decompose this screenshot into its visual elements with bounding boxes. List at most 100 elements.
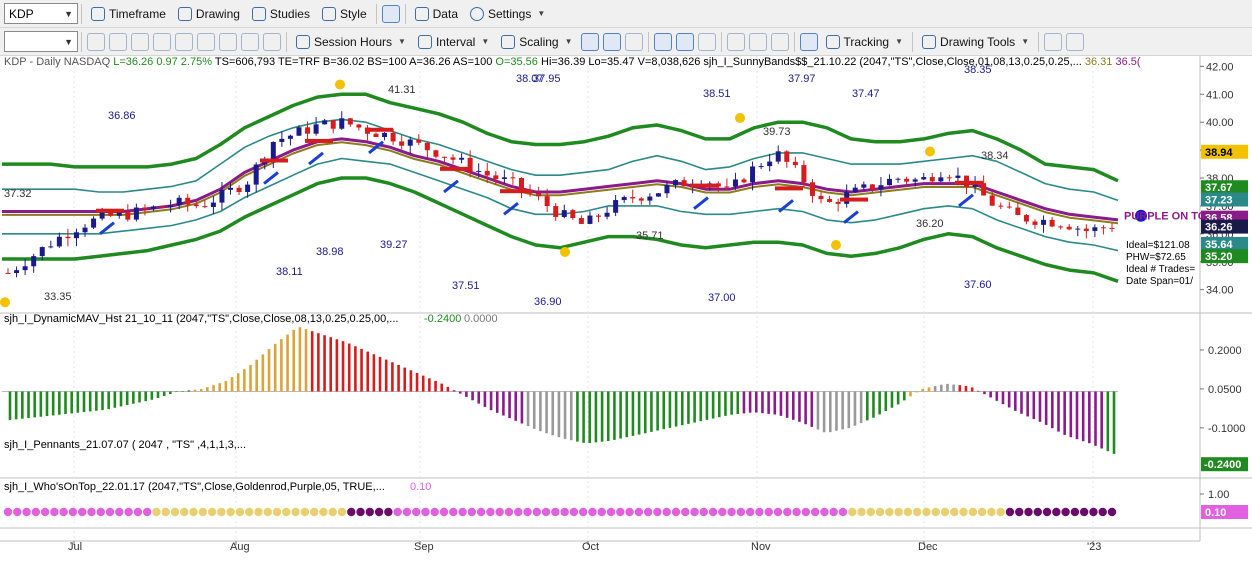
candle-up: [938, 177, 944, 182]
bars-style-icon[interactable]: [602, 32, 621, 51]
whos-on-top-value: 0.10: [410, 481, 431, 493]
x-tick-label: Nov: [751, 541, 771, 553]
price-annotation: 36.20: [916, 218, 944, 230]
whos-on-top-dot: [1061, 507, 1070, 517]
grid-icon[interactable]: [799, 32, 818, 51]
whos-on-top-dot: [254, 507, 263, 517]
pennant-top-marker: [840, 197, 868, 202]
data-button[interactable]: Data: [409, 3, 464, 25]
indicator-value-zero: 0.0000: [464, 313, 498, 325]
whos-on-top-dot: [940, 507, 950, 517]
whos-on-top-dot: [68, 507, 78, 517]
whos-on-top-dot: [671, 507, 681, 517]
trendline-icon[interactable]: [1044, 32, 1063, 51]
pennant-top-marker: [440, 166, 468, 171]
candle-up: [210, 202, 216, 207]
header-field: 36.5(: [1112, 56, 1140, 68]
symbol-input[interactable]: KDP ▼: [4, 3, 78, 24]
header-field: TE=TRF: [275, 56, 320, 68]
zoom-out-icon[interactable]: [748, 32, 767, 51]
candle-up: [878, 185, 884, 190]
chart-area[interactable]: 36.86 37.32 33.35 41.31 38.98 39.27 38.11 37.51…: [0, 56, 1252, 563]
whos-on-top-dot: [133, 507, 143, 517]
candle-down: [193, 204, 199, 207]
interval-input[interactable]: ▼: [4, 31, 78, 52]
tracking-button[interactable]: Tracking ▼: [820, 31, 910, 53]
whos-on-top-dot: [662, 507, 671, 517]
whos-on-top-dot: [569, 507, 579, 517]
bars-icon[interactable]: [219, 32, 237, 51]
compare-icon[interactable]: [131, 32, 149, 51]
style-button[interactable]: Style: [316, 3, 373, 25]
signal-dot: [925, 146, 935, 157]
candle-down: [518, 177, 524, 190]
volume-icon[interactable]: [675, 32, 694, 51]
header-field: 36.31: [1082, 56, 1113, 68]
price-badge-label: 37.23: [1205, 195, 1233, 207]
chevron-down-icon: ▼: [398, 37, 406, 46]
whos-on-top-dot: [903, 507, 913, 517]
whos-on-top-dot: [894, 507, 903, 517]
whos-on-top-dot: [755, 507, 764, 517]
toolbar-divider: [81, 31, 82, 52]
candle-up: [604, 212, 610, 217]
alert-icon[interactable]: [1066, 32, 1085, 51]
list-icon[interactable]: [241, 32, 259, 51]
candle-down: [185, 197, 191, 205]
scaling-button[interactable]: Scaling ▼: [495, 31, 578, 53]
indicator-tick-label: 0.0500: [1208, 384, 1242, 396]
candle-down: [578, 218, 584, 224]
whos-on-top-dot: [523, 507, 532, 517]
whos-on-top-dot: [699, 507, 708, 517]
whos-on-top-dot: [495, 507, 504, 517]
candle-up: [1092, 227, 1098, 231]
symbol-value: KDP: [9, 6, 34, 21]
price-annotation: 37.97: [788, 73, 816, 85]
header-field: B=36.02: [320, 56, 364, 68]
toolbar-divider: [375, 3, 377, 24]
candles-icon[interactable]: [580, 32, 599, 51]
interval-button[interactable]: Interval ▼: [412, 31, 495, 53]
toolbar-divider: [1038, 31, 1040, 52]
zoom-icon[interactable]: [109, 32, 127, 51]
candle-up: [91, 218, 97, 228]
settings-button[interactable]: Settings ▼: [464, 3, 551, 25]
drawing-label: Drawing: [195, 6, 240, 21]
candle-up: [270, 142, 276, 160]
line-style-icon[interactable]: [624, 32, 643, 51]
session-hours-button[interactable]: Session Hours ▼: [290, 31, 412, 53]
drawing-tools-button[interactable]: Drawing Tools ▼: [916, 31, 1035, 53]
toolbar-divider: [286, 31, 287, 52]
candle-down: [1032, 221, 1038, 225]
panel-icon[interactable]: [697, 32, 716, 51]
x-tick-label: Jul: [68, 541, 82, 553]
indicator-value: -0.2400: [424, 313, 461, 325]
studies-button[interactable]: Studies: [246, 3, 316, 25]
whos-on-top-dot: [87, 507, 96, 517]
candle-down: [801, 165, 807, 183]
copy-icon[interactable]: [263, 32, 281, 51]
chevron-down-icon: ▼: [64, 36, 73, 47]
scroll-icon[interactable]: [770, 32, 789, 51]
whos-on-top-dot: [291, 507, 300, 517]
whos-on-top-dot: [226, 507, 235, 517]
refresh-icon[interactable]: [87, 32, 105, 51]
picture-icon[interactable]: [197, 32, 215, 51]
timeframe-button[interactable]: Timeframe: [85, 3, 172, 25]
candle-down: [1006, 206, 1012, 208]
dots-icon[interactable]: [653, 32, 672, 51]
drawing-button[interactable]: Drawing: [172, 3, 246, 25]
chart-svg[interactable]: 36.86 37.32 33.35 41.31 38.98 39.27 38.11 37.51…: [0, 56, 1252, 563]
whos-on-top-dot: [50, 507, 59, 517]
price-annotation: 37.60: [964, 279, 992, 291]
whos-on-top-dot: [718, 507, 727, 517]
toolbar-divider: [912, 31, 914, 52]
zoom-in-icon[interactable]: [726, 32, 745, 51]
style-label: Style: [339, 6, 367, 21]
pennant-top-marker: [260, 158, 288, 163]
percent-icon[interactable]: [175, 32, 193, 51]
layout-icon[interactable]: [381, 4, 400, 23]
search-icon[interactable]: [153, 32, 171, 51]
whos-on-top-dot: [439, 507, 449, 517]
tracking-label: Tracking: [843, 34, 890, 49]
